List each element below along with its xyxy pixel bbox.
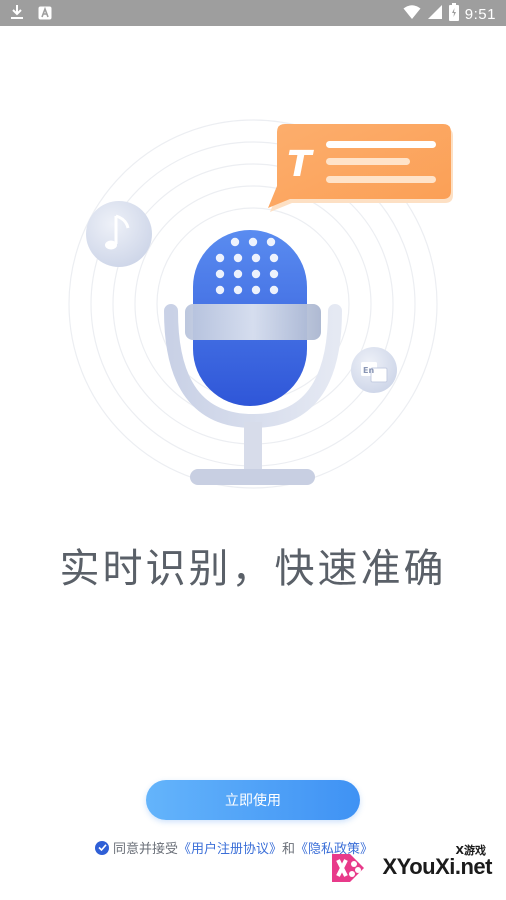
status-time: 9:51 bbox=[464, 5, 496, 23]
gamepad-logo-icon bbox=[324, 848, 372, 892]
wifi-icon bbox=[403, 4, 421, 24]
watermark-main: XYouXi.net bbox=[382, 854, 493, 879]
music-note-icon bbox=[86, 201, 152, 267]
svg-text:En: En bbox=[363, 366, 374, 375]
translate-icon: En bbox=[351, 347, 397, 393]
status-bar: 9:51 bbox=[0, 0, 506, 26]
svg-text:T: T bbox=[287, 144, 314, 185]
check-icon bbox=[97, 844, 107, 852]
a-box-icon bbox=[38, 5, 52, 24]
watermark: X游戏 XYouXi.net bbox=[324, 840, 500, 890]
agreement-prefix: 同意并接受 bbox=[113, 842, 179, 857]
user-agreement-link[interactable]: 《用户注册协议》 bbox=[178, 838, 282, 857]
text-bubble-icon: T bbox=[268, 124, 453, 212]
cellular-signal-icon bbox=[427, 4, 443, 24]
status-bar-left bbox=[10, 4, 52, 24]
agreement-and: 和 bbox=[282, 842, 296, 857]
status-bar-right: 9:51 bbox=[403, 3, 496, 25]
agree-checkbox[interactable] bbox=[95, 840, 109, 855]
slogan: 实时识别，快速准确 bbox=[59, 546, 447, 592]
download-icon bbox=[10, 4, 24, 24]
illustration: En T bbox=[0, 26, 506, 526]
start-button[interactable]: 立即使用 bbox=[146, 780, 360, 820]
microphone-icon bbox=[164, 230, 342, 485]
battery-icon bbox=[448, 3, 459, 25]
